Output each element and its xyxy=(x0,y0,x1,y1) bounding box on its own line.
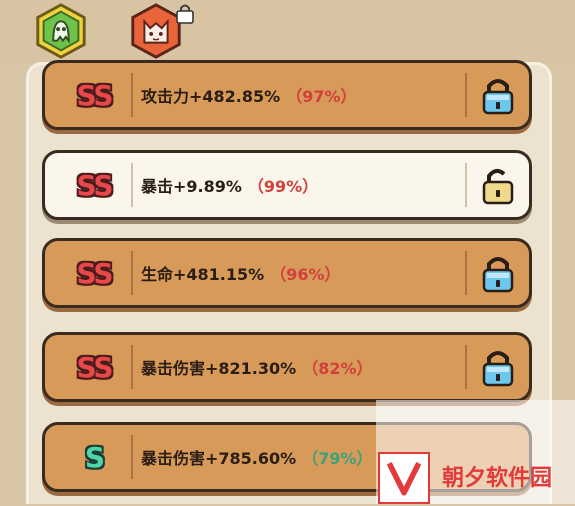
stat-percent: （96%） xyxy=(270,265,341,284)
divider xyxy=(465,345,467,389)
watermark-logo-icon xyxy=(378,452,430,504)
divider xyxy=(131,251,133,295)
stat-value: 生命+481.15% xyxy=(141,265,265,284)
stat-percent: （82%） xyxy=(302,359,373,378)
rank-badge: SS xyxy=(76,168,113,202)
stat-percent: （97%） xyxy=(286,87,357,106)
divider xyxy=(465,251,467,295)
stat-value: 攻击力+482.85% xyxy=(141,87,281,106)
divider xyxy=(465,73,467,117)
lock-icon[interactable] xyxy=(481,347,515,387)
divider xyxy=(131,345,133,389)
stat-value: 暴击+9.89% xyxy=(141,177,242,196)
tab-bar xyxy=(0,0,575,64)
lock-icon[interactable] xyxy=(481,253,515,293)
stat-text: 攻击力+482.85% （97%） xyxy=(141,63,357,127)
locked-badge-icon xyxy=(174,2,196,24)
stat-value: 暴击伤害+785.60% xyxy=(141,449,297,468)
stat-row[interactable]: SS 攻击力+482.85% （97%） xyxy=(42,60,532,130)
ghost-tab-icon[interactable] xyxy=(32,2,90,60)
divider xyxy=(131,163,133,207)
rank-badge: S xyxy=(84,440,105,474)
stat-percent: （79%） xyxy=(302,449,373,468)
rank-badge: SS xyxy=(76,350,113,384)
stat-row[interactable]: SS 暴击+9.89% （99%） xyxy=(42,150,532,220)
rank-badge: SS xyxy=(76,256,113,290)
stat-row[interactable]: SS 暴击伤害+821.30% （82%） xyxy=(42,332,532,402)
rank-badge: SS xyxy=(76,78,113,112)
lock-icon[interactable] xyxy=(481,75,515,115)
stat-row[interactable]: SS 生命+481.15% （96%） xyxy=(42,238,532,308)
stat-percent: （99%） xyxy=(247,177,319,196)
stat-value: 暴击伤害+821.30% xyxy=(141,359,297,378)
stat-text: 暴击+9.89% （99%） xyxy=(141,153,318,217)
stat-text: 暴击伤害+821.30% （82%） xyxy=(141,335,373,399)
stat-text: 生命+481.15% （96%） xyxy=(141,241,341,305)
stat-text: 暴击伤害+785.60% （79%） xyxy=(141,425,373,489)
unlock-icon[interactable] xyxy=(481,165,515,205)
watermark-text: 朝夕软件园 xyxy=(442,466,553,491)
divider xyxy=(465,163,467,207)
divider xyxy=(131,73,133,117)
divider xyxy=(131,435,133,479)
